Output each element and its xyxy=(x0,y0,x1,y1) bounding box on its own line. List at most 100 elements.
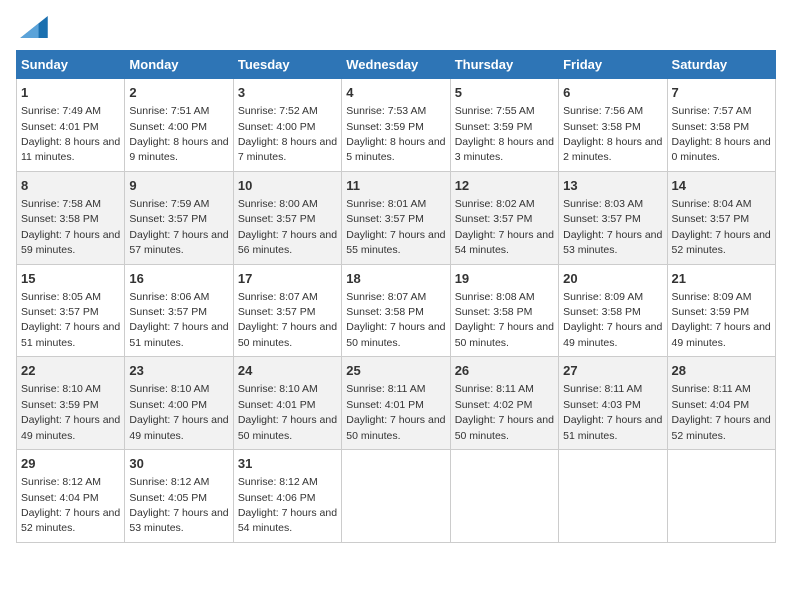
day-sunrise: Sunrise: 8:10 AMSunset: 4:00 PMDaylight:… xyxy=(129,383,228,441)
calendar-cell: 22 Sunrise: 8:10 AMSunset: 3:59 PMDaylig… xyxy=(17,357,125,450)
calendar-cell: 31 Sunrise: 8:12 AMSunset: 4:06 PMDaylig… xyxy=(233,450,341,543)
day-sunrise: Sunrise: 7:52 AMSunset: 4:00 PMDaylight:… xyxy=(238,105,337,163)
day-number: 29 xyxy=(21,455,120,473)
day-sunrise: Sunrise: 8:03 AMSunset: 3:57 PMDaylight:… xyxy=(563,198,662,256)
day-number: 7 xyxy=(672,84,771,102)
day-number: 9 xyxy=(129,177,228,195)
calendar-cell: 12 Sunrise: 8:02 AMSunset: 3:57 PMDaylig… xyxy=(450,171,558,264)
calendar-cell xyxy=(667,450,775,543)
day-number: 15 xyxy=(21,270,120,288)
day-number: 13 xyxy=(563,177,662,195)
calendar-table: SundayMondayTuesdayWednesdayThursdayFrid… xyxy=(16,50,776,543)
day-sunrise: Sunrise: 7:59 AMSunset: 3:57 PMDaylight:… xyxy=(129,198,228,256)
day-number: 14 xyxy=(672,177,771,195)
day-number: 31 xyxy=(238,455,337,473)
day-number: 6 xyxy=(563,84,662,102)
day-sunrise: Sunrise: 7:51 AMSunset: 4:00 PMDaylight:… xyxy=(129,105,228,163)
day-sunrise: Sunrise: 8:04 AMSunset: 3:57 PMDaylight:… xyxy=(672,198,771,256)
day-number: 5 xyxy=(455,84,554,102)
day-sunrise: Sunrise: 8:07 AMSunset: 3:58 PMDaylight:… xyxy=(346,291,445,349)
calendar-cell: 26 Sunrise: 8:11 AMSunset: 4:02 PMDaylig… xyxy=(450,357,558,450)
header-wednesday: Wednesday xyxy=(342,51,450,79)
day-sunrise: Sunrise: 8:05 AMSunset: 3:57 PMDaylight:… xyxy=(21,291,120,349)
calendar-cell: 11 Sunrise: 8:01 AMSunset: 3:57 PMDaylig… xyxy=(342,171,450,264)
calendar-cell: 28 Sunrise: 8:11 AMSunset: 4:04 PMDaylig… xyxy=(667,357,775,450)
day-sunrise: Sunrise: 7:55 AMSunset: 3:59 PMDaylight:… xyxy=(455,105,554,163)
header-thursday: Thursday xyxy=(450,51,558,79)
calendar-cell: 17 Sunrise: 8:07 AMSunset: 3:57 PMDaylig… xyxy=(233,264,341,357)
calendar-cell: 1 Sunrise: 7:49 AMSunset: 4:01 PMDayligh… xyxy=(17,79,125,172)
day-sunrise: Sunrise: 7:49 AMSunset: 4:01 PMDaylight:… xyxy=(21,105,120,163)
day-number: 26 xyxy=(455,362,554,380)
day-sunrise: Sunrise: 8:12 AMSunset: 4:06 PMDaylight:… xyxy=(238,476,337,534)
header-saturday: Saturday xyxy=(667,51,775,79)
day-sunrise: Sunrise: 8:11 AMSunset: 4:02 PMDaylight:… xyxy=(455,383,554,441)
day-sunrise: Sunrise: 8:09 AMSunset: 3:58 PMDaylight:… xyxy=(563,291,662,349)
day-sunrise: Sunrise: 8:10 AMSunset: 3:59 PMDaylight:… xyxy=(21,383,120,441)
day-number: 8 xyxy=(21,177,120,195)
calendar-cell xyxy=(342,450,450,543)
calendar-cell: 29 Sunrise: 8:12 AMSunset: 4:04 PMDaylig… xyxy=(17,450,125,543)
header-sunday: Sunday xyxy=(17,51,125,79)
header-friday: Friday xyxy=(559,51,667,79)
day-sunrise: Sunrise: 7:58 AMSunset: 3:58 PMDaylight:… xyxy=(21,198,120,256)
day-sunrise: Sunrise: 7:56 AMSunset: 3:58 PMDaylight:… xyxy=(563,105,662,163)
day-number: 16 xyxy=(129,270,228,288)
calendar-cell: 3 Sunrise: 7:52 AMSunset: 4:00 PMDayligh… xyxy=(233,79,341,172)
header-monday: Monday xyxy=(125,51,233,79)
day-number: 17 xyxy=(238,270,337,288)
week-row-1: 1 Sunrise: 7:49 AMSunset: 4:01 PMDayligh… xyxy=(17,79,776,172)
day-sunrise: Sunrise: 8:11 AMSunset: 4:04 PMDaylight:… xyxy=(672,383,771,441)
day-number: 28 xyxy=(672,362,771,380)
day-number: 2 xyxy=(129,84,228,102)
calendar-cell: 7 Sunrise: 7:57 AMSunset: 3:58 PMDayligh… xyxy=(667,79,775,172)
day-sunrise: Sunrise: 8:12 AMSunset: 4:05 PMDaylight:… xyxy=(129,476,228,534)
week-row-2: 8 Sunrise: 7:58 AMSunset: 3:58 PMDayligh… xyxy=(17,171,776,264)
calendar-cell: 2 Sunrise: 7:51 AMSunset: 4:00 PMDayligh… xyxy=(125,79,233,172)
day-sunrise: Sunrise: 8:09 AMSunset: 3:59 PMDaylight:… xyxy=(672,291,771,349)
day-number: 4 xyxy=(346,84,445,102)
calendar-cell: 8 Sunrise: 7:58 AMSunset: 3:58 PMDayligh… xyxy=(17,171,125,264)
calendar-cell: 13 Sunrise: 8:03 AMSunset: 3:57 PMDaylig… xyxy=(559,171,667,264)
day-number: 3 xyxy=(238,84,337,102)
calendar-cell: 21 Sunrise: 8:09 AMSunset: 3:59 PMDaylig… xyxy=(667,264,775,357)
calendar-cell: 18 Sunrise: 8:07 AMSunset: 3:58 PMDaylig… xyxy=(342,264,450,357)
day-sunrise: Sunrise: 7:57 AMSunset: 3:58 PMDaylight:… xyxy=(672,105,771,163)
day-sunrise: Sunrise: 8:11 AMSunset: 4:01 PMDaylight:… xyxy=(346,383,445,441)
calendar-cell xyxy=(559,450,667,543)
calendar-cell: 16 Sunrise: 8:06 AMSunset: 3:57 PMDaylig… xyxy=(125,264,233,357)
day-sunrise: Sunrise: 8:10 AMSunset: 4:01 PMDaylight:… xyxy=(238,383,337,441)
calendar-cell: 19 Sunrise: 8:08 AMSunset: 3:58 PMDaylig… xyxy=(450,264,558,357)
logo xyxy=(16,16,48,38)
day-sunrise: Sunrise: 7:53 AMSunset: 3:59 PMDaylight:… xyxy=(346,105,445,163)
calendar-cell: 24 Sunrise: 8:10 AMSunset: 4:01 PMDaylig… xyxy=(233,357,341,450)
day-number: 20 xyxy=(563,270,662,288)
day-sunrise: Sunrise: 8:06 AMSunset: 3:57 PMDaylight:… xyxy=(129,291,228,349)
day-number: 18 xyxy=(346,270,445,288)
calendar-cell: 20 Sunrise: 8:09 AMSunset: 3:58 PMDaylig… xyxy=(559,264,667,357)
day-number: 24 xyxy=(238,362,337,380)
calendar-cell: 9 Sunrise: 7:59 AMSunset: 3:57 PMDayligh… xyxy=(125,171,233,264)
day-sunrise: Sunrise: 8:08 AMSunset: 3:58 PMDaylight:… xyxy=(455,291,554,349)
day-number: 12 xyxy=(455,177,554,195)
calendar-cell: 23 Sunrise: 8:10 AMSunset: 4:00 PMDaylig… xyxy=(125,357,233,450)
week-row-5: 29 Sunrise: 8:12 AMSunset: 4:04 PMDaylig… xyxy=(17,450,776,543)
calendar-cell: 15 Sunrise: 8:05 AMSunset: 3:57 PMDaylig… xyxy=(17,264,125,357)
calendar-cell: 27 Sunrise: 8:11 AMSunset: 4:03 PMDaylig… xyxy=(559,357,667,450)
week-row-3: 15 Sunrise: 8:05 AMSunset: 3:57 PMDaylig… xyxy=(17,264,776,357)
calendar-cell: 4 Sunrise: 7:53 AMSunset: 3:59 PMDayligh… xyxy=(342,79,450,172)
header-tuesday: Tuesday xyxy=(233,51,341,79)
day-sunrise: Sunrise: 8:01 AMSunset: 3:57 PMDaylight:… xyxy=(346,198,445,256)
day-number: 10 xyxy=(238,177,337,195)
week-row-4: 22 Sunrise: 8:10 AMSunset: 3:59 PMDaylig… xyxy=(17,357,776,450)
day-sunrise: Sunrise: 8:11 AMSunset: 4:03 PMDaylight:… xyxy=(563,383,662,441)
day-number: 27 xyxy=(563,362,662,380)
calendar-cell: 5 Sunrise: 7:55 AMSunset: 3:59 PMDayligh… xyxy=(450,79,558,172)
day-sunrise: Sunrise: 8:07 AMSunset: 3:57 PMDaylight:… xyxy=(238,291,337,349)
day-number: 30 xyxy=(129,455,228,473)
day-number: 11 xyxy=(346,177,445,195)
day-number: 22 xyxy=(21,362,120,380)
calendar-cell: 25 Sunrise: 8:11 AMSunset: 4:01 PMDaylig… xyxy=(342,357,450,450)
page-header xyxy=(16,16,776,38)
calendar-cell: 10 Sunrise: 8:00 AMSunset: 3:57 PMDaylig… xyxy=(233,171,341,264)
